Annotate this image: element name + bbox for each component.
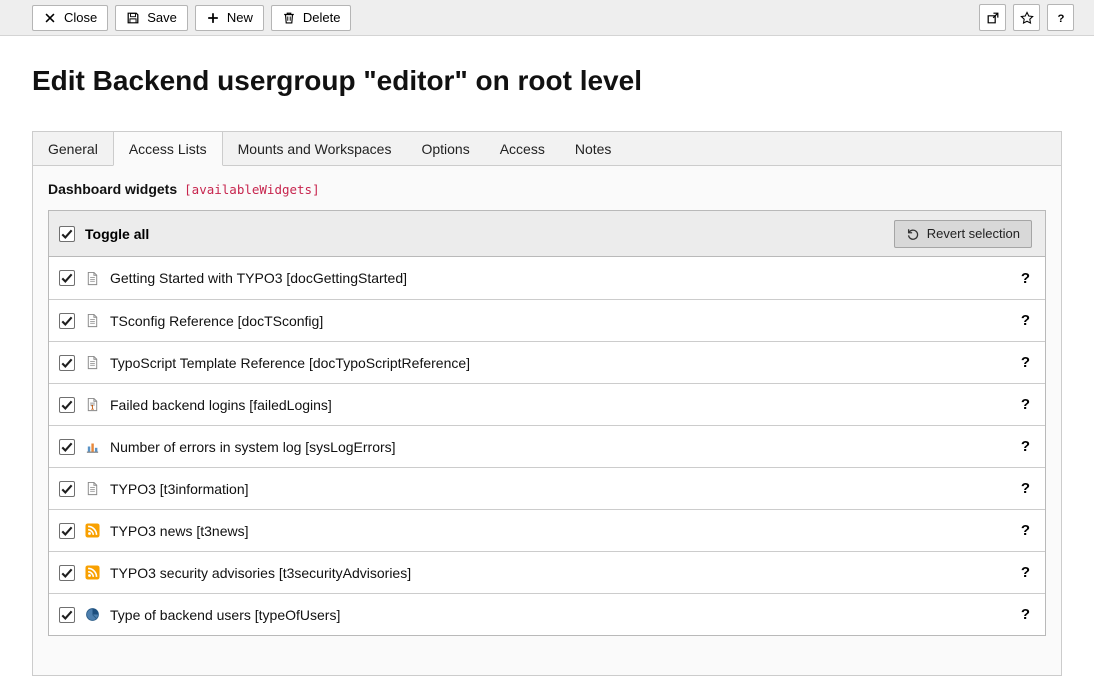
- widget-label: TSconfig Reference [docTSconfig]: [110, 313, 1019, 329]
- delete-button[interactable]: Delete: [271, 5, 352, 31]
- bar-chart-icon: [85, 439, 100, 454]
- toggle-all-checkbox[interactable]: [59, 226, 75, 242]
- widget-checkbox[interactable]: [59, 607, 75, 623]
- tab-options[interactable]: Options: [406, 132, 484, 166]
- section-title: Dashboard widgets: [48, 181, 177, 197]
- rss-icon: [85, 523, 100, 538]
- document-icon: [85, 355, 100, 370]
- table-header-row: Toggle all Revert selection: [49, 211, 1045, 257]
- rss-icon: [85, 565, 100, 580]
- tab-access-lists[interactable]: Access Lists: [113, 132, 223, 166]
- tab-mounts-and-workspaces[interactable]: Mounts and Workspaces: [223, 132, 407, 166]
- widgets-table: Toggle all Revert selection Getting Star…: [48, 210, 1046, 636]
- table-row: TypoScript Template Reference [docTypoSc…: [49, 341, 1045, 383]
- widget-checkbox[interactable]: [59, 355, 75, 371]
- plus-icon: [206, 11, 220, 25]
- widget-label: Getting Started with TYPO3 [docGettingSt…: [110, 270, 1019, 286]
- widget-label: Type of backend users [typeOfUsers]: [110, 607, 1019, 623]
- close-icon: [43, 11, 57, 25]
- doc-header: Close Save New Delete ?: [0, 0, 1094, 36]
- undo-icon: [906, 227, 920, 241]
- toolbar-icon-group: ?: [979, 4, 1074, 31]
- toggle-all-label: Toggle all: [85, 226, 894, 242]
- tabs-container: General Access Lists Mounts and Workspaces…: [32, 131, 1062, 676]
- widget-checkbox[interactable]: [59, 313, 75, 329]
- toolbar-button-group: Close Save New Delete: [32, 5, 351, 31]
- save-button[interactable]: Save: [115, 5, 188, 31]
- tab-label: Options: [421, 141, 469, 157]
- tab-label: General: [48, 141, 98, 157]
- table-rows: Getting Started with TYPO3 [docGettingSt…: [49, 257, 1045, 635]
- tab-label: Access Lists: [129, 141, 207, 157]
- numbered-document-icon: 1: [85, 397, 100, 412]
- widget-checkbox[interactable]: [59, 523, 75, 539]
- tab-bar: General Access Lists Mounts and Workspaces…: [32, 131, 1062, 166]
- tab-label: Notes: [575, 141, 612, 157]
- trash-icon: [282, 11, 296, 25]
- widget-checkbox[interactable]: [59, 439, 75, 455]
- widget-checkbox[interactable]: [59, 481, 75, 497]
- table-row: TYPO3 news [t3news] ?: [49, 509, 1045, 551]
- star-icon: [1020, 11, 1034, 25]
- help-icon[interactable]: ?: [1019, 354, 1032, 371]
- tab-label: Access: [500, 141, 545, 157]
- widget-label: Failed backend logins [failedLogins]: [110, 397, 1019, 413]
- table-row: TSconfig Reference [docTSconfig] ?: [49, 299, 1045, 341]
- widget-label: Number of errors in system log [sysLogEr…: [110, 439, 1019, 455]
- widget-checkbox[interactable]: [59, 270, 75, 286]
- tab-general[interactable]: General: [33, 132, 113, 166]
- help-icon[interactable]: ?: [1019, 564, 1032, 581]
- help-icon[interactable]: ?: [1019, 438, 1032, 455]
- new-button[interactable]: New: [195, 5, 264, 31]
- open-in-new-window-button[interactable]: [979, 4, 1006, 31]
- table-row: Type of backend users [typeOfUsers] ?: [49, 593, 1045, 635]
- svg-text:?: ?: [1057, 12, 1064, 24]
- page-title: Edit Backend usergroup "editor" on root …: [32, 64, 1062, 98]
- widget-checkbox[interactable]: [59, 565, 75, 581]
- close-button[interactable]: Close: [32, 5, 108, 31]
- save-icon: [126, 11, 140, 25]
- tab-label: Mounts and Workspaces: [238, 141, 392, 157]
- tab-access[interactable]: Access: [485, 132, 560, 166]
- tab-bar-filler: [626, 132, 1061, 166]
- help-icon[interactable]: ?: [1019, 270, 1032, 287]
- document-icon: [85, 271, 100, 286]
- widget-label: TYPO3 security advisories [t3securityAdv…: [110, 565, 1019, 581]
- bookmark-button[interactable]: [1013, 4, 1040, 31]
- help-icon[interactable]: ?: [1019, 606, 1032, 623]
- help-icon[interactable]: ?: [1019, 312, 1032, 329]
- help-icon[interactable]: ?: [1019, 396, 1032, 413]
- help-button[interactable]: ?: [1047, 4, 1074, 31]
- section-code: [availableWidgets]: [184, 182, 319, 197]
- help-icon[interactable]: ?: [1019, 480, 1032, 497]
- document-icon: [85, 481, 100, 496]
- access-lists-panel: Dashboard widgets [availableWidgets] Togg…: [32, 166, 1062, 676]
- pie-chart-icon: [85, 607, 100, 622]
- widget-label: TYPO3 [t3information]: [110, 481, 1019, 497]
- table-row: TYPO3 security advisories [t3securityAdv…: [49, 551, 1045, 593]
- table-row: Getting Started with TYPO3 [docGettingSt…: [49, 257, 1045, 299]
- question-icon: ?: [1054, 11, 1068, 25]
- revert-selection-label: Revert selection: [927, 226, 1020, 241]
- widget-checkbox[interactable]: [59, 397, 75, 413]
- open-in-new-window-icon: [986, 11, 1000, 25]
- table-row: TYPO3 [t3information] ?: [49, 467, 1045, 509]
- section-heading: Dashboard widgets [availableWidgets]: [48, 181, 1046, 197]
- table-row: Number of errors in system log [sysLogEr…: [49, 425, 1045, 467]
- widget-label: TypoScript Template Reference [docTypoSc…: [110, 355, 1019, 371]
- widget-label: TYPO3 news [t3news]: [110, 523, 1019, 539]
- tab-notes[interactable]: Notes: [560, 132, 627, 166]
- document-icon: [85, 313, 100, 328]
- table-row: 1 Failed backend logins [failedLogins] ?: [49, 383, 1045, 425]
- revert-selection-button[interactable]: Revert selection: [894, 220, 1032, 248]
- help-icon[interactable]: ?: [1019, 522, 1032, 539]
